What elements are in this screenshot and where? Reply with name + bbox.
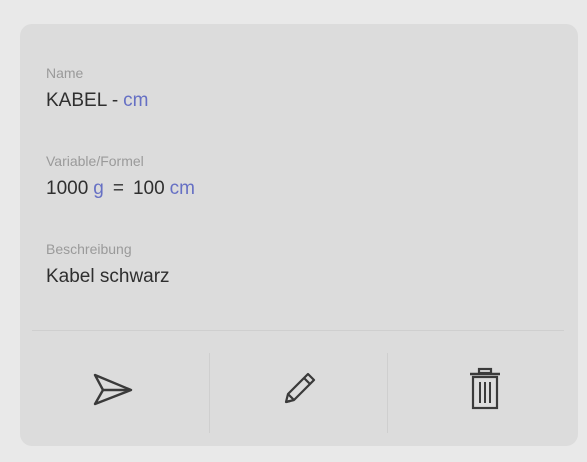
delete-button[interactable] [392,331,578,446]
formula-right-value: 100 [132,178,165,199]
action-separator [387,353,388,433]
name-unit: cm [123,90,149,111]
edit-button[interactable] [206,331,392,446]
description-value: Kabel schwarz [46,266,170,287]
formula-left-value: 1000 [46,178,89,199]
send-button[interactable] [20,331,206,446]
description-field: Beschreibung Kabel schwarz [46,240,170,289]
description-label: Beschreibung [46,241,132,257]
name-text: KABEL - [46,90,119,111]
action-bar [20,331,578,446]
formula-label: Variable/Formel [46,153,144,169]
formula-value: 1000 g = 100 cm [46,177,195,201]
formula-left-unit: g [93,178,104,199]
name-field: Name KABEL - cm [46,64,149,113]
formula-field: Variable/Formel 1000 g = 100 cm [46,152,195,201]
pencil-icon [277,367,321,411]
send-icon [91,371,135,407]
unit-conversion-card: Name KABEL - cm Variable/Formel 1000 g = 100… [20,24,578,446]
formula-right-unit: cm [169,178,195,199]
name-label: Name [46,65,84,81]
name-value: KABEL - cm [46,89,149,113]
formula-operator: = [112,178,124,199]
trash-icon [465,366,505,412]
